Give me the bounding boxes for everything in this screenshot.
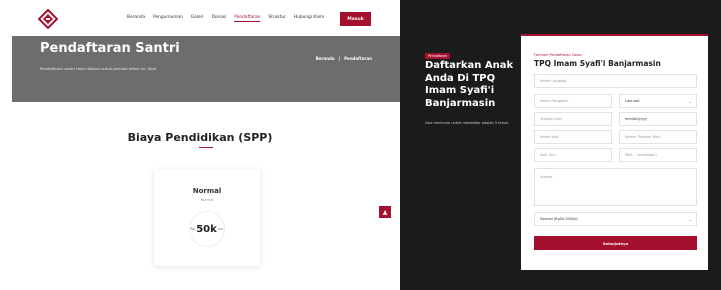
package-select-value: Normal (Rp50.000/bl) <box>540 217 578 221</box>
nav-link-pendaftaran[interactable]: Pendaftaran <box>234 15 261 22</box>
parent-phone-input[interactable]: Nomor Telepon Wali <box>619 130 697 144</box>
price-period: /bln <box>217 227 224 231</box>
registration-panel: Pendaftaran Daftarkan Anak Anda Di TPQ I… <box>400 0 721 290</box>
top-navbar: Beranda Pengumuman Galeri Donasi Pendaft… <box>0 0 400 36</box>
pricing-card: Normal Normal Rp 50k /bln <box>154 170 260 266</box>
page-root: Beranda Pengumuman Galeri Donasi Pendaft… <box>0 0 721 290</box>
breadcrumb-separator: | <box>338 56 341 61</box>
email-input[interactable]: Mail... (ema/alam) <box>619 148 697 162</box>
nav-link-struktur[interactable]: Struktur <box>268 15 286 22</box>
pricing-card-title: Normal <box>192 187 222 195</box>
registration-description: Usia minimum untuk mendaftar adalah 5 ta… <box>425 121 510 125</box>
scroll-top-button[interactable]: ▲ <box>379 206 391 218</box>
login-button[interactable]: Masuk <box>340 12 371 26</box>
address-textarea[interactable]: Alamat <box>534 168 697 206</box>
pricing-card-subtitle: Normal <box>200 198 214 202</box>
school-input[interactable]: Asal Sek... <box>534 148 612 162</box>
spp-heading: Biaya Pendidikan (SPP) <box>127 131 273 144</box>
section-badge: Pendaftaran <box>425 53 451 59</box>
hero-banner: Pendaftaran Santri Pendaftaran santri te… <box>12 36 400 102</box>
heading-underline <box>199 147 213 148</box>
logo-icon[interactable] <box>38 9 58 29</box>
chevron-down-icon: ⌄ <box>688 98 692 104</box>
breadcrumb-home[interactable]: Beranda <box>316 56 335 61</box>
hero-subtitle: Pendaftaran santri telah dibuka untuk pe… <box>40 66 157 71</box>
nav-link-donasi[interactable]: Donasi <box>212 15 227 22</box>
nav-link-galeri[interactable]: Galeri <box>191 15 204 22</box>
nav-link-hubungi-kami[interactable]: Hubungi Kami <box>294 15 324 22</box>
chevron-down-icon: ⌄ <box>688 216 692 222</box>
breadcrumb-current: Pendaftaran <box>344 56 372 61</box>
page-title: Pendaftaran Santri <box>40 41 180 56</box>
landing-panel: Beranda Pengumuman Galeri Donasi Pendaft… <box>0 0 400 290</box>
package-select[interactable]: Normal (Rp50.000/bl) ⌄ <box>534 212 697 226</box>
breadcrumb: Beranda | Pendaftaran <box>316 56 372 61</box>
gender-select-value: Laki-laki <box>625 99 640 103</box>
form-title: TPQ Imam Syafi'i Banjarmasin <box>534 59 661 68</box>
nav-links: Beranda Pengumuman Galeri Donasi Pendaft… <box>127 15 324 22</box>
birthdate-input[interactable]: mm/dd/yyyy <box>619 112 697 126</box>
next-button[interactable]: Selanjutnya <box>534 236 697 250</box>
price-value: 50k <box>196 223 217 235</box>
registration-title: Daftarkan Anak Anda Di TPQ Imam Syafi'i … <box>425 60 514 109</box>
birthplace-input[interactable]: Tempat Lahir <box>534 112 612 126</box>
price-currency: Rp <box>190 227 196 231</box>
parent-name-input[interactable]: Nama Wali <box>534 130 612 144</box>
registration-form: Formulir Pendaftaran Calon TPQ Imam Syaf… <box>521 34 708 270</box>
nav-link-pengumuman[interactable]: Pengumuman <box>153 15 183 22</box>
nav-link-beranda[interactable]: Beranda <box>127 15 145 22</box>
form-label: Formulir Pendaftaran Calon <box>534 53 582 57</box>
gender-select[interactable]: Laki-laki ⌄ <box>619 94 697 108</box>
full-name-input[interactable]: Nama Lengkap <box>534 74 697 88</box>
price-badge: Rp 50k /bln <box>189 211 225 247</box>
nickname-input[interactable]: Nama Panggilan <box>534 94 612 108</box>
arrow-up-icon: ▲ <box>382 208 388 216</box>
